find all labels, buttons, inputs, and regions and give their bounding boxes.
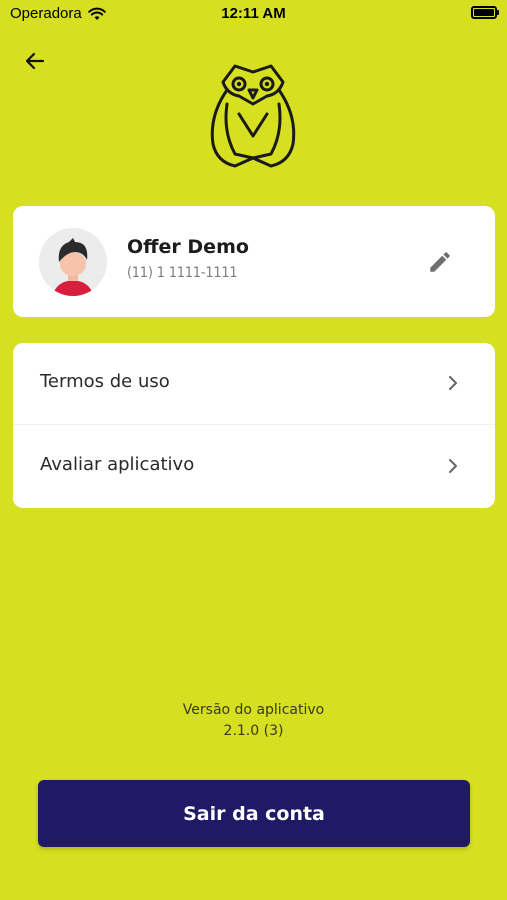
chevron-right-icon <box>449 376 457 390</box>
version-label: Versão do aplicativo <box>182 702 325 718</box>
profile-card: Offer Demo (11) 1 1111-1111 <box>13 206 495 317</box>
status-bar: Operadora 12:11 AM <box>0 0 507 28</box>
chevron-right-icon <box>449 459 457 473</box>
logout-button[interactable]: Sair da conta <box>38 780 470 847</box>
back-button[interactable] <box>20 46 50 76</box>
menu-item-label: Termos de uso <box>40 371 170 392</box>
menu-item-rate-app[interactable]: Avaliar aplicativo <box>13 426 495 508</box>
edit-profile-button[interactable] <box>427 249 453 275</box>
menu-card: Termos de uso Avaliar aplicativo <box>13 343 495 508</box>
battery-icon <box>471 6 499 19</box>
status-time: 12:11 AM <box>221 5 286 22</box>
owl-logo-icon <box>210 64 296 168</box>
pencil-icon <box>430 252 450 272</box>
profile-phone: (11) 1 1111-1111 <box>127 265 238 281</box>
profile-name: Offer Demo <box>127 236 249 258</box>
user-avatar-icon <box>39 228 107 296</box>
arrow-left-icon <box>25 52 45 70</box>
version-value: 2.1.0 (3) <box>223 723 284 739</box>
menu-item-label: Avaliar aplicativo <box>40 454 195 475</box>
menu-item-terms[interactable]: Termos de uso <box>13 343 495 425</box>
